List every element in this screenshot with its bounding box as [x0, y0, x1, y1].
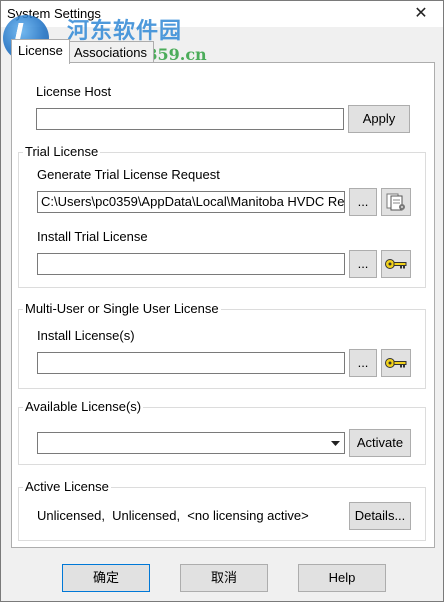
license-host-label: License Host	[36, 84, 112, 99]
install-licenses-button[interactable]	[381, 349, 411, 377]
activate-button[interactable]: Activate	[349, 429, 411, 457]
active-license-group: Active License Unlicensed, Unlicensed, <…	[18, 479, 426, 541]
install-trial-browse-button[interactable]: ...	[349, 250, 377, 278]
chevron-down-icon	[327, 433, 344, 453]
close-button[interactable]: ✕	[399, 1, 443, 27]
available-licenses-dropdown[interactable]	[37, 432, 345, 454]
ok-button[interactable]: 确定	[62, 564, 150, 592]
active-license-status: Unlicensed, Unlicensed, <no licensing ac…	[37, 508, 309, 523]
generate-trial-request-label: Generate Trial License Request	[37, 167, 220, 182]
install-trial-license-button[interactable]	[381, 250, 411, 278]
tab-associations[interactable]: Associations	[67, 41, 154, 64]
active-license-group-title: Active License	[23, 479, 111, 494]
trial-license-group: Trial License Generate Trial License Req…	[18, 144, 426, 288]
install-licenses-input[interactable]	[37, 352, 345, 374]
generate-trial-request-path[interactable]: C:\Users\pc0359\AppData\Local\Manitoba H…	[37, 191, 345, 213]
cancel-button[interactable]: 取消	[180, 564, 268, 592]
help-button[interactable]: Help	[298, 564, 386, 592]
install-trial-license-label: Install Trial License	[37, 229, 148, 244]
trial-license-group-title: Trial License	[23, 144, 101, 159]
install-trial-license-input[interactable]	[37, 253, 345, 275]
key-icon	[385, 358, 407, 368]
system-settings-window: System Settings ✕ 河东软件园 www.pc0359.cn Li…	[0, 0, 444, 602]
details-button[interactable]: Details...	[349, 502, 411, 530]
install-licenses-browse-button[interactable]: ...	[349, 349, 377, 377]
available-licenses-group-title: Available License(s)	[23, 399, 144, 414]
generate-request-button[interactable]	[381, 188, 411, 216]
license-host-input[interactable]	[36, 108, 344, 130]
document-gear-icon	[386, 193, 405, 211]
multi-user-license-group: Multi-User or Single User License Instal…	[18, 301, 426, 389]
tab-license[interactable]: License	[11, 39, 70, 64]
available-licenses-group: Available License(s) Activate	[18, 399, 426, 465]
available-licenses-selected	[38, 435, 41, 450]
generate-browse-button[interactable]: ...	[349, 188, 377, 216]
license-tab-panel: License Host Apply Trial License Generat…	[11, 62, 435, 548]
key-icon	[385, 259, 407, 269]
multi-user-group-title: Multi-User or Single User License	[23, 301, 221, 316]
install-licenses-label: Install License(s)	[37, 328, 135, 343]
apply-button[interactable]: Apply	[348, 105, 410, 133]
